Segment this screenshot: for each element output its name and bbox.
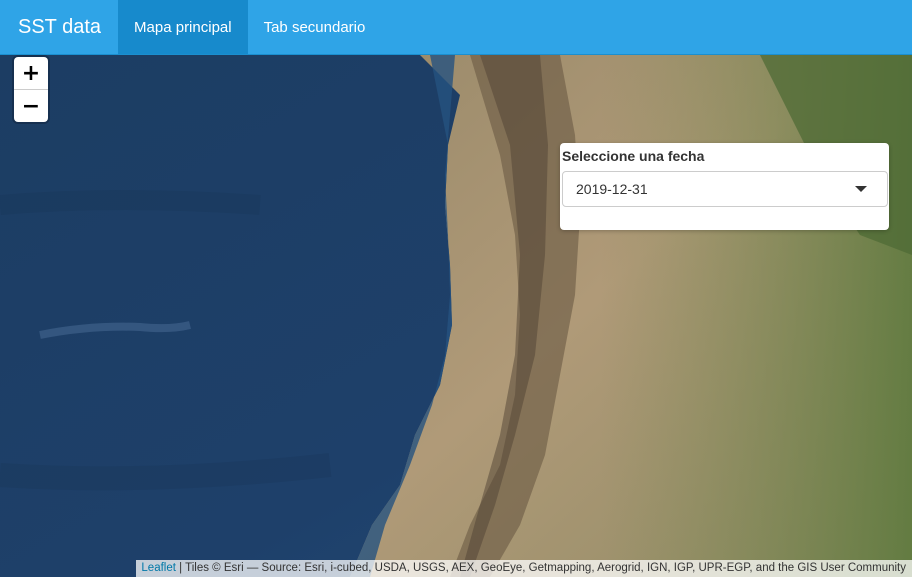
tab-mapa-principal[interactable]: Mapa principal	[118, 0, 248, 54]
navbar: SST data Mapa principal Tab secundario	[0, 0, 912, 55]
zoom-out-button[interactable]: −	[14, 89, 48, 122]
leaflet-link[interactable]: Leaflet	[141, 562, 176, 574]
date-select[interactable]: 2019-12-31	[562, 171, 888, 207]
map-tiles	[0, 55, 912, 577]
tab-secundario[interactable]: Tab secundario	[248, 0, 382, 54]
app-brand[interactable]: SST data	[0, 0, 118, 54]
satellite-map[interactable]	[0, 55, 912, 577]
map-attribution: Leaflet | Tiles © Esri — Source: Esri, i…	[136, 560, 912, 577]
date-selector-panel: Seleccione una fecha 2019-12-31	[560, 143, 889, 230]
selected-date: 2019-12-31	[576, 181, 648, 197]
zoom-in-button[interactable]: +	[14, 57, 48, 89]
attribution-text: | Tiles © Esri — Source: Esri, i-cubed, …	[175, 562, 906, 574]
zoom-control: + −	[14, 57, 48, 122]
date-selector-label: Seleccione una fecha	[562, 148, 705, 164]
chevron-down-icon	[855, 186, 867, 192]
